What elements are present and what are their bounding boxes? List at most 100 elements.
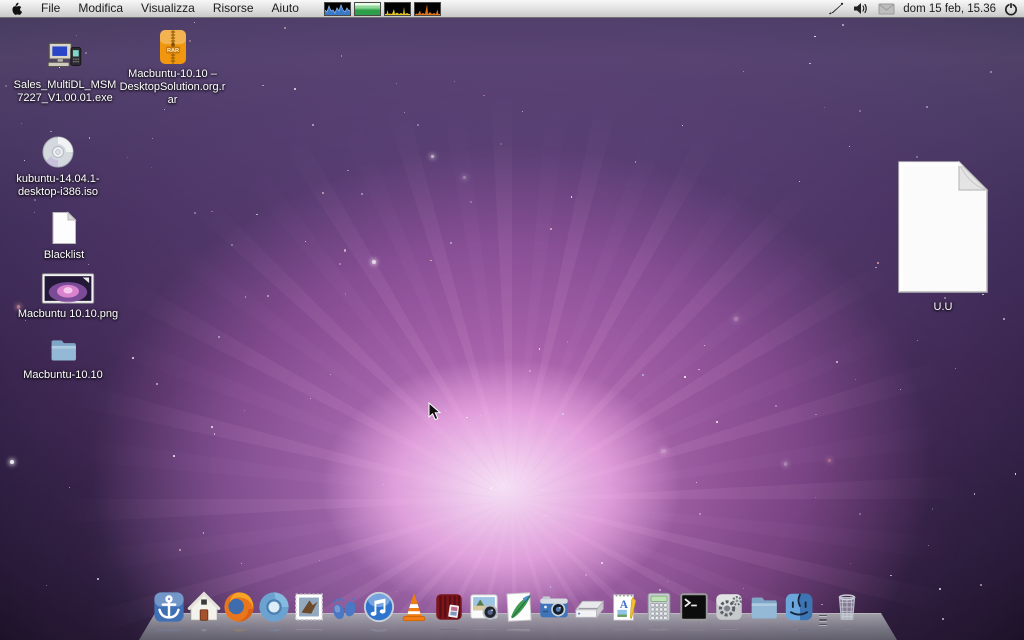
desktop-icon-png[interactable]: Macbuntu 10.10.png (12, 272, 124, 321)
desktop-icon-rar[interactable]: RARMacbuntu-10.10 – DesktopSolution.org.… (119, 29, 226, 107)
star (585, 574, 587, 576)
star (5, 85, 7, 87)
star (859, 110, 861, 112)
star (699, 513, 701, 515)
apple-menu-icon[interactable] (0, 1, 32, 16)
dock-item-chromium[interactable] (257, 595, 291, 629)
volume-icon[interactable] (853, 2, 869, 15)
disk-graph-applet[interactable] (414, 2, 441, 16)
star (211, 426, 213, 428)
document-icon (46, 210, 82, 246)
star (974, 493, 976, 495)
star (322, 192, 324, 194)
dock-item-footprints[interactable] (327, 595, 361, 629)
dock-item-camera[interactable] (537, 595, 571, 629)
menu-file[interactable]: File (32, 0, 69, 17)
star (305, 241, 306, 242)
dock-item-terminal[interactable] (677, 595, 711, 629)
star (312, 124, 314, 126)
dock-item-system-settings[interactable] (712, 595, 746, 629)
gimp-icon (502, 629, 536, 634)
star (361, 193, 363, 195)
star (529, 370, 531, 372)
star (262, 85, 264, 87)
star (76, 35, 78, 37)
dock-item-docky-anchor[interactable] (152, 595, 186, 629)
star (463, 176, 466, 179)
star (1003, 318, 1005, 320)
power-icon[interactable] (1004, 2, 1018, 16)
chromium-icon (257, 590, 291, 629)
star (294, 88, 296, 90)
clock[interactable]: dom 15 feb, 15.36 (903, 3, 996, 15)
star (828, 459, 831, 462)
system-settings-icon (712, 590, 746, 629)
dock-item-trash[interactable] (830, 595, 864, 629)
network-graph-applet[interactable] (384, 2, 411, 16)
stylus-icon[interactable] (828, 2, 844, 15)
vlc-icon (397, 629, 431, 634)
star (211, 211, 213, 213)
text-editor-icon: A (607, 590, 641, 629)
star (859, 513, 861, 515)
dock-item-vlc[interactable] (397, 595, 431, 629)
desktop-icon-label: Macbuntu-10.10 – DesktopSolution.org.rar (119, 68, 226, 107)
menu-risorse[interactable]: Risorse (204, 0, 263, 17)
trash-icon (830, 629, 864, 634)
dock-separator (817, 595, 829, 629)
star (284, 27, 286, 29)
desktop-icon-iso[interactable]: kubuntu-14.04.1-desktop-i386.iso (8, 134, 108, 199)
dock-item-text-editor[interactable]: A (607, 595, 641, 629)
menu-modifica[interactable]: Modifica (69, 0, 132, 17)
dock-item-folder[interactable] (747, 595, 781, 629)
star (682, 125, 683, 126)
dock-item-firefox[interactable] (222, 595, 256, 629)
desktop-icon-blacklist[interactable]: Blacklist (18, 210, 110, 262)
memory-graph-applet[interactable] (354, 2, 381, 16)
image-thumbnail-icon (40, 272, 96, 305)
desktop-icon-large-doc[interactable]: U.U (888, 160, 998, 314)
folder-icon (747, 629, 781, 634)
dock-item-scanner[interactable] (572, 595, 606, 629)
star (815, 414, 816, 415)
dock-item-finder[interactable] (782, 595, 816, 629)
cpu-graph-applet[interactable] (324, 2, 351, 16)
svg-text:A: A (620, 599, 629, 611)
star (955, 368, 956, 369)
star (775, 405, 777, 407)
dock-item-gimp[interactable] (502, 595, 536, 629)
photos-icon (467, 590, 501, 629)
star (743, 71, 744, 72)
star (450, 242, 452, 244)
star (21, 123, 22, 124)
menu-aiuto[interactable]: Aiuto (263, 0, 308, 17)
desktop-icon-folder[interactable]: Macbuntu-10.10 (13, 333, 113, 382)
star (179, 549, 181, 551)
firefox-icon (222, 629, 256, 634)
mail-app-icon (292, 629, 326, 634)
star (127, 157, 129, 159)
dock-item-photobooth[interactable] (432, 595, 466, 629)
star (244, 410, 245, 411)
dock-item-photos[interactable] (467, 595, 501, 629)
vlc-icon (397, 590, 431, 629)
star (932, 508, 934, 510)
dock-item-home[interactable] (187, 595, 221, 629)
desktop-icon-exe[interactable]: Sales_MultiDL_MSM7227_V1.00.01.exe (12, 38, 118, 105)
star (164, 109, 165, 110)
mail-icon[interactable] (878, 3, 895, 15)
star (404, 112, 405, 113)
home-icon (187, 590, 221, 629)
docky-anchor-icon (152, 629, 186, 634)
star (50, 131, 52, 133)
star (245, 296, 247, 298)
system-settings-icon (712, 629, 746, 634)
star (46, 585, 47, 586)
star (152, 138, 154, 140)
star (339, 263, 341, 265)
menu-visualizza[interactable]: Visualizza (132, 0, 204, 17)
dock-item-itunes[interactable] (362, 595, 396, 629)
star (784, 462, 788, 466)
dock-item-mail-app[interactable] (292, 595, 326, 629)
dock-item-calculator[interactable] (642, 595, 676, 629)
